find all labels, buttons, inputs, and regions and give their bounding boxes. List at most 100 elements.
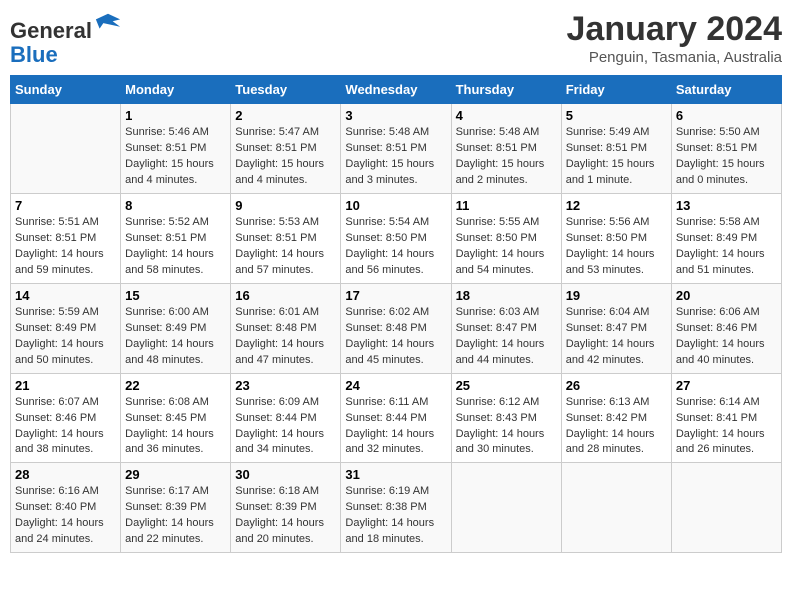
calendar-cell: 27Sunrise: 6:14 AM Sunset: 8:41 PM Dayli… — [671, 373, 781, 463]
date-number: 30 — [235, 467, 336, 482]
cell-info: Sunrise: 6:12 AM Sunset: 8:43 PM Dayligh… — [456, 395, 557, 459]
calendar-cell: 16 Sunrise: 6:01 AM Sunset: 8:48 PM Dayli… — [231, 283, 341, 373]
cell-info: Sunrise: 6:08 AM Sunset: 8:45 PM Dayligh… — [125, 395, 226, 459]
cell-info: Sunrise: 6:01 AM Sunset: 8:48 PM Dayligh… — [235, 305, 336, 369]
date-number: 10 — [345, 198, 446, 213]
cell-info: Sunrise: 5:46 AM Sunset: 8:51 PM Dayligh… — [125, 125, 226, 189]
date-number: 28 — [15, 467, 116, 482]
date-number: 1 — [125, 108, 226, 123]
date-number: 2 — [235, 108, 336, 123]
calendar-cell — [671, 463, 781, 553]
cell-info: Sunrise: 6:18 AM Sunset: 8:39 PM Dayligh… — [235, 484, 336, 548]
calendar-cell: 25 Sunrise: 6:12 AM Sunset: 8:43 PM Dayli… — [451, 373, 561, 463]
calendar-cell: 17Sunrise: 6:02 AM Sunset: 8:48 PM Dayli… — [341, 283, 451, 373]
calendar-cell: 13 Sunrise: 5:58 AM Sunset: 8:49 PM Dayli… — [671, 194, 781, 284]
col-wednesday: Wednesday — [341, 76, 451, 104]
calendar-row: 21 Sunrise: 6:07 AM Sunset: 8:46 PM Dayli… — [11, 373, 782, 463]
calendar-cell: 31 Sunrise: 6:19 AM Sunset: 8:38 PM Dayli… — [341, 463, 451, 553]
date-number: 27 — [676, 378, 777, 393]
calendar-table: Sunday Monday Tuesday Wednesday Thursday… — [10, 75, 782, 553]
date-number: 25 — [456, 378, 557, 393]
date-number: 26 — [566, 378, 667, 393]
title-area: January 2024 Penguin, Tasmania, Australi… — [567, 10, 783, 66]
calendar-cell: 9Sunrise: 5:53 AM Sunset: 8:51 PM Daylig… — [231, 194, 341, 284]
cell-info: Sunrise: 6:00 AM Sunset: 8:49 PM Dayligh… — [125, 305, 226, 369]
cell-info: Sunrise: 6:19 AM Sunset: 8:38 PM Dayligh… — [345, 484, 446, 548]
date-number: 20 — [676, 288, 777, 303]
cell-info: Sunrise: 6:16 AM Sunset: 8:40 PM Dayligh… — [15, 484, 116, 548]
date-number: 22 — [125, 378, 226, 393]
calendar-cell: 11Sunrise: 5:55 AM Sunset: 8:50 PM Dayli… — [451, 194, 561, 284]
cell-info: Sunrise: 5:51 AM Sunset: 8:51 PM Dayligh… — [15, 215, 116, 279]
cell-info: Sunrise: 6:02 AM Sunset: 8:48 PM Dayligh… — [345, 305, 446, 369]
calendar-cell: 22 Sunrise: 6:08 AM Sunset: 8:45 PM Dayli… — [121, 373, 231, 463]
calendar-cell: 7Sunrise: 5:51 AM Sunset: 8:51 PM Daylig… — [11, 194, 121, 284]
logo-blue-text: Blue — [10, 42, 58, 67]
calendar-cell: 24 Sunrise: 6:11 AM Sunset: 8:44 PM Dayli… — [341, 373, 451, 463]
col-saturday: Saturday — [671, 76, 781, 104]
page-header: General Blue January 2024 Penguin, Tasma… — [10, 10, 782, 67]
calendar-cell: 18 Sunrise: 6:03 AM Sunset: 8:47 PM Dayli… — [451, 283, 561, 373]
calendar-cell: 3Sunrise: 5:48 AM Sunset: 8:51 PM Daylig… — [341, 104, 451, 194]
cell-info: Sunrise: 5:47 AM Sunset: 8:51 PM Dayligh… — [235, 125, 336, 189]
calendar-cell: 10Sunrise: 5:54 AM Sunset: 8:50 PM Dayli… — [341, 194, 451, 284]
cell-info: Sunrise: 5:50 AM Sunset: 8:51 PM Dayligh… — [676, 125, 777, 189]
date-number: 15 — [125, 288, 226, 303]
cell-info: Sunrise: 6:13 AM Sunset: 8:42 PM Dayligh… — [566, 395, 667, 459]
cell-info: Sunrise: 6:09 AM Sunset: 8:44 PM Dayligh… — [235, 395, 336, 459]
date-number: 14 — [15, 288, 116, 303]
calendar-cell — [451, 463, 561, 553]
calendar-header: Sunday Monday Tuesday Wednesday Thursday… — [11, 76, 782, 104]
date-number: 5 — [566, 108, 667, 123]
date-number: 13 — [676, 198, 777, 213]
header-row: Sunday Monday Tuesday Wednesday Thursday… — [11, 76, 782, 104]
cell-info: Sunrise: 6:07 AM Sunset: 8:46 PM Dayligh… — [15, 395, 116, 459]
calendar-cell: 2 Sunrise: 5:47 AM Sunset: 8:51 PM Daylig… — [231, 104, 341, 194]
date-number: 29 — [125, 467, 226, 482]
calendar-cell: 14 Sunrise: 5:59 AM Sunset: 8:49 PM Dayli… — [11, 283, 121, 373]
cell-info: Sunrise: 6:04 AM Sunset: 8:47 PM Dayligh… — [566, 305, 667, 369]
cell-info: Sunrise: 5:52 AM Sunset: 8:51 PM Dayligh… — [125, 215, 226, 279]
page-subtitle: Penguin, Tasmania, Australia — [567, 49, 783, 66]
col-thursday: Thursday — [451, 76, 561, 104]
cell-info: Sunrise: 6:06 AM Sunset: 8:46 PM Dayligh… — [676, 305, 777, 369]
col-friday: Friday — [561, 76, 671, 104]
cell-info: Sunrise: 6:17 AM Sunset: 8:39 PM Dayligh… — [125, 484, 226, 548]
calendar-row: 14 Sunrise: 5:59 AM Sunset: 8:49 PM Dayli… — [11, 283, 782, 373]
date-number: 16 — [235, 288, 336, 303]
calendar-cell: 4 Sunrise: 5:48 AM Sunset: 8:51 PM Daylig… — [451, 104, 561, 194]
logo-general-text: General — [10, 18, 92, 43]
date-number: 6 — [676, 108, 777, 123]
date-number: 4 — [456, 108, 557, 123]
cell-info: Sunrise: 5:53 AM Sunset: 8:51 PM Dayligh… — [235, 215, 336, 279]
calendar-cell: 6 Sunrise: 5:50 AM Sunset: 8:51 PM Daylig… — [671, 104, 781, 194]
calendar-row: 7Sunrise: 5:51 AM Sunset: 8:51 PM Daylig… — [11, 194, 782, 284]
cell-info: Sunrise: 5:59 AM Sunset: 8:49 PM Dayligh… — [15, 305, 116, 369]
cell-info: Sunrise: 5:49 AM Sunset: 8:51 PM Dayligh… — [566, 125, 667, 189]
calendar-cell: 26 Sunrise: 6:13 AM Sunset: 8:42 PM Dayli… — [561, 373, 671, 463]
calendar-cell: 8 Sunrise: 5:52 AM Sunset: 8:51 PM Daylig… — [121, 194, 231, 284]
col-monday: Monday — [121, 76, 231, 104]
date-number: 8 — [125, 198, 226, 213]
cell-info: Sunrise: 5:56 AM Sunset: 8:50 PM Dayligh… — [566, 215, 667, 279]
date-number: 21 — [15, 378, 116, 393]
calendar-row: 28 Sunrise: 6:16 AM Sunset: 8:40 PM Dayli… — [11, 463, 782, 553]
date-number: 18 — [456, 288, 557, 303]
col-tuesday: Tuesday — [231, 76, 341, 104]
cell-info: Sunrise: 5:58 AM Sunset: 8:49 PM Dayligh… — [676, 215, 777, 279]
calendar-cell: 29 Sunrise: 6:17 AM Sunset: 8:39 PM Dayli… — [121, 463, 231, 553]
cell-info: Sunrise: 6:03 AM Sunset: 8:47 PM Dayligh… — [456, 305, 557, 369]
logo-bird-icon — [94, 10, 122, 38]
date-number: 31 — [345, 467, 446, 482]
page-title: January 2024 — [567, 10, 783, 49]
date-number: 24 — [345, 378, 446, 393]
calendar-cell: 15 Sunrise: 6:00 AM Sunset: 8:49 PM Dayli… — [121, 283, 231, 373]
date-number: 12 — [566, 198, 667, 213]
calendar-cell: 28 Sunrise: 6:16 AM Sunset: 8:40 PM Dayli… — [11, 463, 121, 553]
cell-info: Sunrise: 6:11 AM Sunset: 8:44 PM Dayligh… — [345, 395, 446, 459]
calendar-cell: 30 Sunrise: 6:18 AM Sunset: 8:39 PM Dayli… — [231, 463, 341, 553]
cell-info: Sunrise: 5:48 AM Sunset: 8:51 PM Dayligh… — [456, 125, 557, 189]
date-number: 23 — [235, 378, 336, 393]
calendar-cell: 23 Sunrise: 6:09 AM Sunset: 8:44 PM Dayli… — [231, 373, 341, 463]
date-number: 11 — [456, 198, 557, 213]
